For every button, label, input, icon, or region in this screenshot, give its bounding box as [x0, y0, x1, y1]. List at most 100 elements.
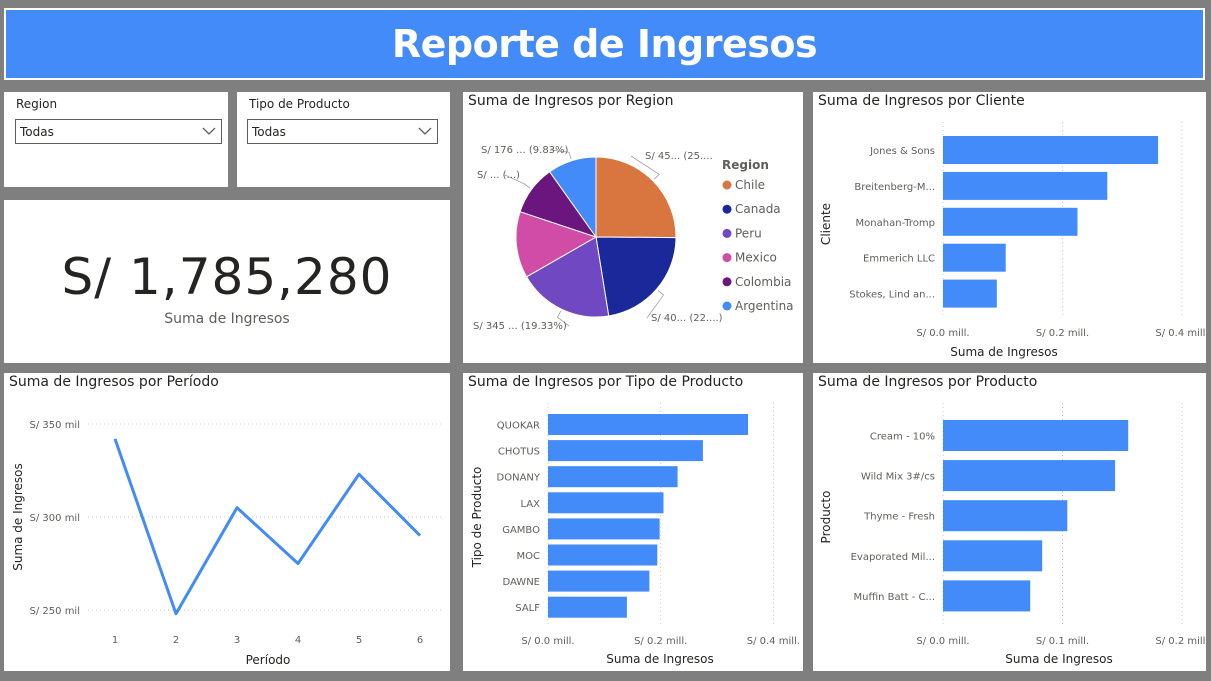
chevron-down-icon — [418, 127, 432, 135]
legend-marker — [722, 204, 732, 214]
periodo-series-line[interactable] — [113, 438, 422, 616]
y-tick-label: SALF — [515, 603, 540, 614]
x-tick-label: S/ 0.4 mill. — [1155, 328, 1206, 339]
periodo-line-chart: Período Suma de Ingresos S/ 250 mil S/ 30… — [11, 420, 444, 667]
bar[interactable] — [548, 518, 660, 540]
chevron-down-icon — [202, 127, 216, 135]
x-tick-label: S/ 0.0 mill. — [916, 328, 969, 339]
bar[interactable] — [548, 544, 658, 566]
producto-bar-chart: Suma de Ingresos Producto S/ 0.0 mill. S/… — [819, 403, 1206, 666]
bar[interactable] — [943, 171, 1108, 200]
bar[interactable] — [548, 596, 627, 618]
bar[interactable] — [548, 570, 650, 592]
pie-slice-canada[interactable] — [595, 236, 677, 317]
x-tick-label: S/ 0.0 mill. — [521, 636, 574, 647]
producto-visual: Suma de Ingresos por Producto Suma de In… — [813, 373, 1206, 671]
x-tick-label: 5 — [356, 635, 362, 646]
producto-xlabel: Suma de Ingresos — [1005, 652, 1113, 666]
x-tick-label: S/ 0.2 mill. — [1155, 636, 1206, 647]
region-slicer: Region Todas — [4, 92, 228, 187]
tipo-producto-slicer-label: Tipo de Producto — [249, 97, 350, 111]
y-tick-label: Breitenberg-M... — [854, 182, 935, 193]
legend-item-colombia[interactable]: Colombia — [735, 275, 791, 289]
y-tick-label: S/ 350 mil — [30, 420, 80, 431]
y-tick-label: MOC — [517, 551, 540, 562]
bar[interactable] — [943, 580, 1031, 612]
y-tick-label: Stokes, Lind an... — [849, 290, 935, 301]
pie-slice-label: S/ 176 ... (9.83%) — [481, 145, 569, 156]
legend-item-mexico[interactable]: Mexico — [735, 251, 777, 265]
kpi-value: S/ 1,785,280 — [61, 248, 393, 306]
bar[interactable] — [943, 460, 1116, 492]
bar[interactable] — [943, 420, 1129, 451]
x-tick-label: S/ 0.2 mill. — [634, 636, 687, 647]
legend-item-canada[interactable]: Canada — [735, 202, 781, 216]
legend-item-argentina[interactable]: Argentina — [735, 299, 794, 313]
bar[interactable] — [548, 492, 664, 514]
y-tick-label: DAWNE — [502, 577, 540, 588]
legend-item-peru[interactable]: Peru — [735, 226, 762, 240]
y-tick-label: LAX — [521, 499, 541, 510]
periodo-ylabel: Suma de Ingresos — [11, 463, 25, 571]
region-dropdown[interactable]: Todas — [15, 119, 222, 144]
bar[interactable] — [943, 207, 1078, 236]
x-tick-label: 1 — [112, 635, 118, 646]
y-tick-label: Wild Mix 3#/cs — [861, 472, 935, 483]
bar[interactable] — [548, 466, 678, 488]
legend-marker — [722, 228, 732, 238]
bar[interactable] — [943, 243, 1006, 272]
y-tick-label: Cream - 10% — [870, 432, 935, 443]
legend-marker — [722, 253, 732, 263]
pie-slice-label: S/ ... (...) — [477, 170, 520, 181]
producto-ylabel: Producto — [819, 491, 833, 544]
tipo-visual: Suma de Ingresos por Tipo de Producto Su… — [463, 373, 803, 671]
bar[interactable] — [943, 540, 1043, 572]
legend-marker — [722, 180, 732, 190]
y-tick-label: Jones & Sons — [869, 146, 935, 157]
pie-slice-chile[interactable] — [595, 156, 677, 239]
y-tick-label: CHOTUS — [498, 447, 540, 458]
y-tick-label: DONANY — [497, 473, 541, 484]
cliente-ylabel: Cliente — [819, 203, 833, 245]
bar[interactable] — [548, 440, 703, 462]
legend-item-chile[interactable]: Chile — [735, 178, 765, 192]
bar[interactable] — [943, 500, 1068, 532]
y-tick-label: GAMBO — [502, 525, 540, 536]
tipo-bar-chart: Suma de Ingresos Tipo de Producto S/ 0.0… — [470, 403, 800, 666]
report-title: Reporte de Ingresos — [391, 22, 818, 66]
y-tick-label: Monahan-Tromp — [856, 218, 935, 229]
pie-visual: Suma de Ingresos por Region S/ 45... (25… — [463, 92, 803, 363]
x-tick-label: 6 — [417, 635, 423, 646]
kpi-card: S/ 1,785,280 Suma de Ingresos — [4, 200, 450, 363]
pie-slice-label: S/ 45... (25.... — [645, 151, 713, 162]
y-tick-label: QUOKAR — [497, 421, 540, 432]
report-header: Reporte de Ingresos — [4, 8, 1205, 80]
x-tick-label: 4 — [295, 635, 301, 646]
bar[interactable] — [943, 279, 997, 308]
x-tick-label: S/ 0.1 mill. — [1036, 636, 1089, 647]
cliente-xlabel: Suma de Ingresos — [950, 345, 1058, 359]
pie-slice-label: S/ 345 ... (19.33%) — [473, 321, 567, 332]
pie-legend-title: Region — [722, 158, 769, 172]
x-tick-label: S/ 0.2 mill. — [1036, 328, 1089, 339]
y-tick-label: Emmerich LLC — [863, 254, 935, 265]
bar[interactable] — [548, 414, 748, 435]
x-tick-label: 2 — [173, 635, 179, 646]
bar[interactable] — [943, 136, 1159, 164]
legend-marker — [722, 277, 732, 287]
tipo-xlabel: Suma de Ingresos — [606, 652, 714, 666]
legend-marker — [722, 301, 732, 311]
region-dropdown-value: Todas — [20, 125, 54, 139]
y-tick-label: S/ 300 mil — [30, 513, 80, 524]
kpi-label: Suma de Ingresos — [164, 311, 290, 327]
tipo-producto-dropdown-value: Todas — [252, 125, 286, 139]
periodo-visual: Suma de Ingresos por Período Período Sum… — [4, 373, 450, 671]
tipo-ylabel: Tipo de Producto — [470, 467, 484, 569]
cliente-bar-chart: Suma de Ingresos Cliente S/ 0.0 mill. S/ … — [819, 122, 1206, 359]
x-tick-label: 3 — [234, 635, 240, 646]
y-tick-label: Evaporated Mil... — [851, 552, 935, 563]
region-slicer-label: Region — [16, 97, 58, 111]
tipo-producto-dropdown[interactable]: Todas — [247, 119, 438, 144]
y-tick-label: S/ 250 mil — [30, 606, 80, 617]
y-tick-label: Thyme - Fresh — [863, 512, 935, 523]
